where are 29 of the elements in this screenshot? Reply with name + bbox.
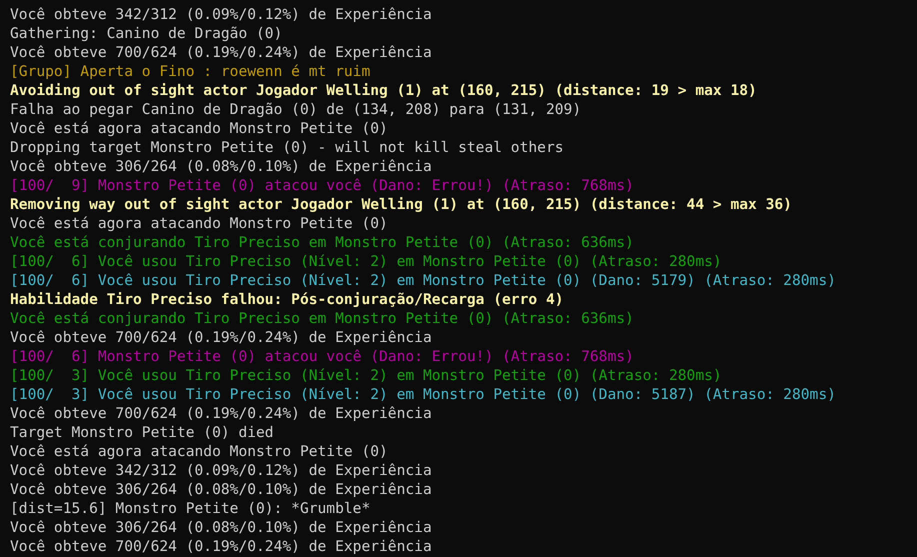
log-line: [Grupo] Aperta o Fino : roewenn é mt ruim: [10, 62, 370, 81]
log-line: Dropping target Monstro Petite (0) - will not kill steal others: [10, 138, 564, 157]
log-line: Você obteve 700/624 (0.19%/0.24%) de Experiência: [10, 404, 432, 423]
log-line: Target Monstro Petite (0) died: [10, 423, 274, 442]
log-line: Você obteve 342/312 (0.09%/0.12%) de Experiência: [10, 461, 432, 480]
log-line: Você obteve 700/624 (0.19%/0.24%) de Experiência: [10, 537, 432, 556]
log-line: [100/ 3] Você usou Tiro Preciso (Nível: 2) em Monstro Petite (0) (Dano: 5187) (Atraso: 280ms): [10, 385, 836, 404]
log-line: Você está agora atacando Monstro Petite (0): [10, 442, 388, 461]
log-line: [100/ 6] Monstro Petite (0) atacou você (Dano: Errou!) (Atraso: 768ms): [10, 347, 634, 366]
log-line: [dist=15.6] Monstro Petite (0): *Grumble*: [10, 499, 370, 518]
log-line: Você obteve 700/624 (0.19%/0.24%) de Experiência: [10, 43, 432, 62]
log-line: Você obteve 700/624 (0.19%/0.24%) de Experiência: [10, 328, 432, 347]
log-line: Falha ao pegar Canino de Dragão (0) de (134, 208) para (131, 209): [10, 100, 582, 119]
log-line: [100/ 3] Você usou Tiro Preciso (Nível: 2) em Monstro Petite (0) (Atraso: 280ms): [10, 366, 722, 385]
log-line: Removing way out of sight actor Jogador Welling (1) at (160, 215) (distance: 44 > max 36): [10, 195, 792, 214]
log-line: Habilidade Tiro Preciso falhou: Pós-conjuração/Recarga (erro 4): [10, 290, 564, 309]
log-line: Você está conjurando Tiro Preciso em Monstro Petite (0) (Atraso: 636ms): [10, 309, 634, 328]
log-line: [100/ 9] Monstro Petite (0) atacou você (Dano: Errou!) (Atraso: 768ms): [10, 176, 634, 195]
log-line: Você obteve 342/312 (0.09%/0.12%) de Experiência: [10, 5, 432, 24]
log-line: Você obteve 306/264 (0.08%/0.10%) de Experiência: [10, 480, 432, 499]
log-line: Gathering: Canino de Dragão (0): [10, 24, 282, 43]
log-line: Avoiding out of sight actor Jogador Welling (1) at (160, 215) (distance: 19 > max 18): [10, 81, 757, 100]
log-line: Você está conjurando Tiro Preciso em Monstro Petite (0) (Atraso: 636ms): [10, 233, 634, 252]
log-line: Você obteve 306/264 (0.08%/0.10%) de Experiência: [10, 157, 432, 176]
log-line: [100/ 6] Você usou Tiro Preciso (Nível: 2) em Monstro Petite (0) (Dano: 5179) (Atraso: 280ms): [10, 271, 836, 290]
log-line: Você está agora atacando Monstro Petite (0): [10, 119, 388, 138]
log-line: Você está agora atacando Monstro Petite (0): [10, 214, 388, 233]
log-line: Você obteve 306/264 (0.08%/0.10%) de Experiência: [10, 518, 432, 537]
log-line: [100/ 6] Você usou Tiro Preciso (Nível: 2) em Monstro Petite (0) (Atraso: 280ms): [10, 252, 722, 271]
